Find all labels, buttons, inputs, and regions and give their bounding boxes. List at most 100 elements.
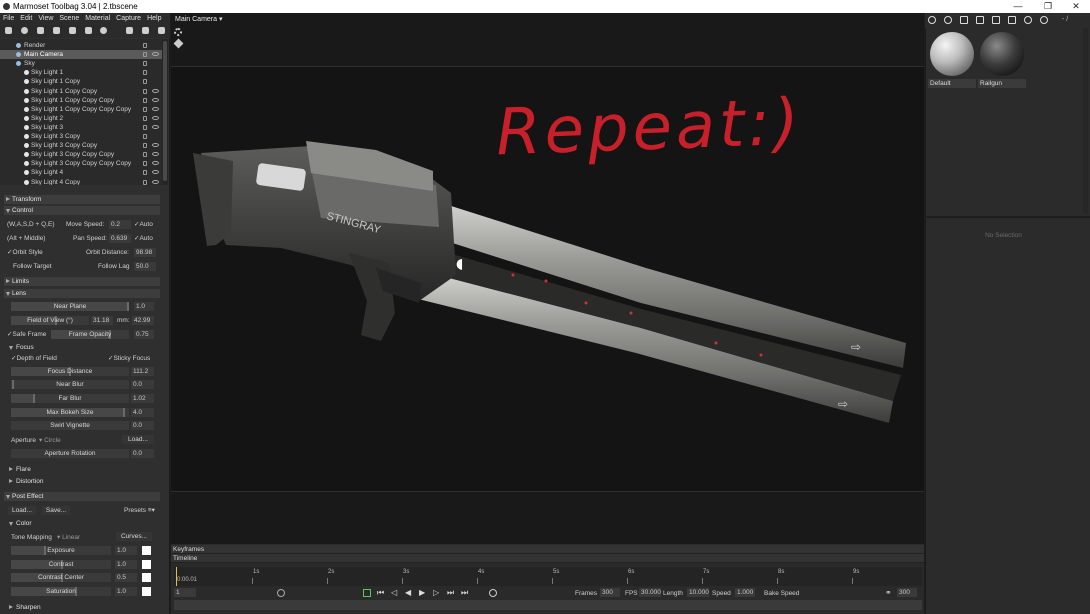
material-tile-railgun[interactable]: Railgun (978, 30, 1026, 90)
material-grid-icon[interactable] (960, 16, 968, 24)
add-fog-icon[interactable] (85, 27, 92, 34)
scene-tree-item[interactable]: Sky Light 4 Copy (0, 178, 162, 185)
lock-icon[interactable] (143, 43, 147, 48)
menu-capture[interactable]: Capture (113, 13, 144, 24)
near-plane-slider[interactable]: Near Plane (11, 302, 129, 311)
visibility-eye-icon[interactable] (152, 161, 159, 166)
near-blur-slider[interactable]: Near Blur (11, 380, 129, 389)
contrast-color-swatch[interactable] (142, 560, 151, 569)
material-tile-default[interactable]: Default (928, 30, 976, 90)
move-speed-field[interactable]: 0.2 (109, 220, 131, 229)
visibility-eye-icon[interactable] (152, 143, 159, 148)
menu-view[interactable]: View (35, 13, 56, 24)
far-blur-field[interactable]: 1.02 (131, 394, 154, 403)
scene-tree-item[interactable]: Sky Light 1 Copy (0, 77, 162, 86)
menu-scene[interactable]: Scene (56, 13, 82, 24)
visibility-eye-icon[interactable] (152, 97, 159, 102)
minimize-button[interactable]: — (1004, 0, 1032, 13)
scene-tree-item[interactable]: Sky Light 3 (0, 123, 162, 132)
scene-tree-item[interactable]: Sky Light 3 Copy Copy Copy Copy (0, 159, 162, 168)
exposure-field[interactable]: 1.0 (115, 546, 137, 555)
lock-icon[interactable] (143, 152, 147, 158)
playhead[interactable] (176, 567, 177, 586)
step-forward-icon[interactable]: ▷ (433, 589, 441, 597)
focus-distance-field[interactable]: 111.2 (131, 367, 154, 376)
link-icon[interactable]: ⚭ (885, 589, 893, 597)
max-bokeh-field[interactable]: 4.0 (131, 408, 154, 417)
record-icon[interactable] (489, 589, 497, 597)
far-blur-slider[interactable]: Far Blur (11, 394, 129, 403)
lock-icon[interactable] (143, 79, 147, 85)
step-end-icon[interactable]: ⏭ (447, 589, 455, 597)
presets-menu[interactable]: Presets ≡▾ (124, 506, 155, 515)
lock-icon[interactable] (143, 170, 147, 176)
follow-lag-field[interactable]: 50.0 (134, 262, 156, 271)
close-button[interactable]: ✕ (1062, 0, 1090, 13)
material-check-icon[interactable] (1040, 16, 1048, 24)
post-effect-section[interactable]: Post Effect (4, 492, 160, 501)
visibility-eye-icon[interactable] (152, 170, 159, 175)
orbit-style-checkbox[interactable]: ✓Orbit Style (7, 248, 43, 257)
maximize-button[interactable]: ❐ (1034, 0, 1062, 13)
lock-icon[interactable] (143, 97, 147, 103)
limits-section[interactable]: Limits (4, 277, 160, 286)
fov-field[interactable]: 31.18 (91, 316, 113, 325)
add-shadow-catcher-icon[interactable] (69, 27, 76, 34)
scene-tree-item[interactable]: Main Camera (0, 50, 162, 60)
lock-icon[interactable] (143, 124, 147, 130)
scene-tree-item[interactable]: Sky Light 1 Copy Copy Copy (0, 96, 162, 105)
menu-material[interactable]: Material (82, 13, 113, 24)
swirl-vignette-field[interactable]: 0.0 (131, 421, 154, 430)
scene-tree-item[interactable]: Sky Light 2 (0, 114, 162, 123)
post-effect-load-button[interactable]: Load... (8, 506, 36, 515)
aperture-rotation-slider[interactable]: Aperture Rotation (11, 449, 129, 458)
lock-icon[interactable] (143, 61, 147, 67)
post-effect-save-button[interactable]: Save... (42, 506, 70, 515)
3d-viewport[interactable]: STINGRAY ⇨ ⇨ ◖ Repeat:) (171, 13, 924, 544)
visibility-eye-icon[interactable] (152, 115, 159, 120)
delete-material-icon[interactable] (992, 16, 1000, 24)
saturation-field[interactable]: 1.0 (115, 587, 137, 596)
contrast-slider[interactable]: Contrast (11, 560, 111, 569)
fov-slider[interactable]: Field of View (°) (11, 316, 89, 325)
material-list-scrollbar[interactable] (1083, 28, 1088, 213)
skip-to-end-icon[interactable]: ⏭ (461, 589, 469, 597)
exposure-color-swatch[interactable] (142, 546, 151, 555)
focus-subsection[interactable]: Focus (8, 343, 158, 352)
color-subsection[interactable]: Color (8, 519, 158, 528)
swirl-vignette-slider[interactable]: Swirl Vignette (11, 421, 129, 430)
visibility-eye-icon[interactable] (152, 52, 159, 57)
curves-button[interactable]: Curves... (116, 532, 152, 541)
camera-selector[interactable]: Main Camera ▾ (175, 15, 222, 24)
lock-icon[interactable] (143, 52, 147, 58)
lock-icon[interactable] (143, 88, 147, 94)
visibility-eye-icon[interactable] (152, 152, 159, 157)
timeline-ruler[interactable]: 0:00.01 1s 2s 3s 4s 5s 6s 7s 8s 9s (174, 567, 922, 586)
visibility-eye-icon[interactable] (152, 179, 159, 184)
viewport-settings-gear-icon[interactable] (174, 28, 182, 36)
add-sphere-icon[interactable] (100, 27, 107, 34)
follow-target-checkbox[interactable]: Follow Target (7, 262, 52, 271)
scene-tree-item[interactable]: Sky (0, 59, 162, 68)
visibility-eye-icon[interactable] (152, 106, 159, 111)
scene-tree-item[interactable]: Sky Light 3 Copy Copy Copy (0, 150, 162, 159)
material-hierarchy-icon[interactable] (1008, 16, 1016, 24)
keyframes-row[interactable]: Keyframes (171, 545, 924, 554)
add-camera-icon[interactable] (37, 27, 44, 34)
distortion-subsection[interactable]: Distortion (8, 477, 158, 486)
material-panel-divider[interactable] (925, 216, 1090, 218)
lock-icon[interactable] (143, 70, 147, 76)
delete-icon[interactable] (158, 27, 165, 34)
lock-icon[interactable] (143, 161, 147, 167)
material-picker-icon[interactable] (1024, 16, 1032, 24)
folder-icon[interactable] (126, 27, 133, 34)
safe-frame-checkbox[interactable]: ✓Safe Frame (7, 330, 46, 339)
open-material-folder-icon[interactable] (976, 16, 984, 24)
move-speed-auto-checkbox[interactable]: ✓Auto (134, 220, 153, 229)
scene-tree-item[interactable]: Render (0, 41, 162, 50)
saturation-slider[interactable]: Saturation (11, 587, 111, 596)
visibility-eye-icon[interactable] (152, 88, 159, 93)
frame-opacity-field[interactable]: 0.75 (134, 330, 154, 339)
orbit-distance-field[interactable]: 98.98 (134, 248, 156, 257)
sticky-focus-checkbox[interactable]: ✓Sticky Focus (108, 354, 150, 363)
